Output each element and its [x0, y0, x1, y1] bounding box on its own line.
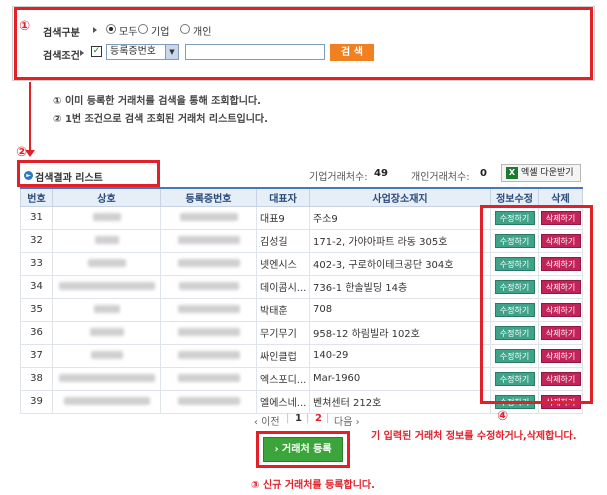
cell-reg-no-redacted	[160, 274, 257, 299]
annotation-marker-1: ①	[19, 19, 31, 34]
cell-company-redacted	[52, 320, 161, 345]
radio-person[interactable]	[180, 24, 190, 34]
pager-separator: |	[306, 413, 310, 424]
radio-all-label[interactable]: 모두	[119, 23, 137, 38]
cell-representative: 데이콤시...	[256, 274, 310, 299]
cell-representative: 넷엔시스	[256, 251, 310, 276]
condition-checkbox[interactable]: ✓	[91, 46, 102, 57]
cell-reg-no-redacted	[160, 366, 257, 391]
note-3: ③ 신규 거래처를 등록합니다.	[251, 480, 375, 491]
person-count-label: 개인거래처수:	[411, 172, 470, 183]
cell-no: 39	[20, 389, 53, 414]
cell-reg-no-redacted	[160, 297, 257, 322]
cell-company-redacted	[52, 366, 161, 391]
pager-separator: |	[326, 413, 330, 424]
chevron-down-icon: ▼	[165, 45, 178, 59]
cell-company-redacted	[52, 205, 161, 230]
excel-download-label: 엑셀 다운받기	[521, 168, 574, 178]
cell-company-redacted	[52, 389, 161, 414]
header-reg-no: 등록증번호	[160, 187, 257, 207]
cell-representative: 무기무기	[256, 320, 310, 345]
bullet-arrow-icon	[80, 50, 84, 56]
cell-reg-no-redacted	[160, 320, 257, 345]
cell-no: 35	[20, 297, 53, 322]
cell-reg-no-redacted	[160, 205, 257, 230]
radio-company[interactable]	[138, 24, 148, 34]
pager-prev[interactable]: ‹ 이전	[254, 413, 280, 428]
search-input[interactable]	[185, 44, 325, 60]
pager-page-2[interactable]: 2	[315, 413, 322, 424]
annotation-arrow-line	[29, 82, 31, 150]
cell-reg-no-redacted	[160, 343, 257, 368]
cell-no: 32	[20, 228, 53, 253]
cell-address: 708	[309, 297, 491, 322]
cell-address: Mar-1960	[309, 366, 491, 391]
cell-company-redacted	[52, 343, 161, 368]
cell-representative: 대표9	[256, 205, 310, 230]
cell-address: 402-3, 구로하이테크공단 304호	[309, 251, 491, 276]
register-client-button[interactable]: › 거래처 등록	[263, 437, 343, 462]
cell-address: 주소9	[309, 205, 491, 230]
result-list-title: 검색결과 리스트	[35, 173, 103, 184]
cell-no: 33	[20, 251, 53, 276]
annotation-box-actions	[480, 205, 593, 404]
cell-address: 140-29	[309, 343, 491, 368]
excel-icon: X	[506, 167, 518, 179]
result-bullet-icon: ►	[24, 171, 33, 180]
header-edit: 정보수정	[490, 187, 539, 207]
excel-download-button[interactable]: X 엑셀 다운받기	[501, 164, 581, 182]
radio-company-label[interactable]: 기업	[151, 23, 169, 38]
header-no: 번호	[20, 187, 53, 207]
note-4: 기 입력된 거래처 정보를 수정하거나,삭제합니다.	[371, 431, 577, 442]
cell-company-redacted	[52, 274, 161, 299]
pager-separator: |	[286, 413, 290, 424]
table-header-row: 번호 상호 등록증번호 대표자 사업장소재지 정보수정 삭제	[20, 187, 583, 207]
pager-next[interactable]: 다음 ›	[334, 413, 360, 428]
search-category-label: 검색구분	[43, 28, 80, 39]
header-address: 사업장소재지	[309, 187, 491, 207]
bullet-arrow-icon	[93, 27, 97, 33]
cell-address: 벤쳐센터 212호	[309, 389, 491, 414]
corp-count-value: 49	[374, 168, 388, 179]
note-1: ① 이미 등록한 거래처를 검색을 통해 조회합니다.	[53, 96, 261, 107]
annotation-arrow-head-icon	[25, 150, 35, 157]
cell-representative: 싸인클럽	[256, 343, 310, 368]
radio-person-label[interactable]: 개인	[193, 23, 211, 38]
pager-page-1[interactable]: 1	[295, 413, 302, 424]
cell-address: 958-12 하림빌라 102호	[309, 320, 491, 345]
cell-reg-no-redacted	[160, 389, 257, 414]
cell-company-redacted	[52, 228, 161, 253]
search-button[interactable]: 검 색	[330, 44, 374, 61]
cell-no: 38	[20, 366, 53, 391]
condition-select[interactable]: 등록증번호 ▼	[106, 44, 179, 60]
note-2: ② 1번 조건으로 검색 조회된 거래처 리스트입니다.	[53, 114, 268, 125]
cell-address: 171-2, 가야아파트 라동 305호	[309, 228, 491, 253]
cell-company-redacted	[52, 251, 161, 276]
search-condition-label: 검색조건	[43, 51, 80, 62]
header-delete: 삭제	[538, 187, 583, 207]
cell-representative: 엘에스네...	[256, 389, 310, 414]
cell-representative: 김성길	[256, 228, 310, 253]
annotation-marker-4: ④	[497, 409, 509, 424]
header-company: 상호	[52, 187, 161, 207]
cell-representative: 엑스포디...	[256, 366, 310, 391]
cell-no: 37	[20, 343, 53, 368]
cell-no: 36	[20, 320, 53, 345]
cell-company-redacted	[52, 297, 161, 322]
condition-select-value: 등록증번호	[110, 46, 156, 57]
cell-reg-no-redacted	[160, 228, 257, 253]
cell-no: 34	[20, 274, 53, 299]
cell-representative: 박태훈	[256, 297, 310, 322]
cell-address: 736-1 한솔빌딩 14층	[309, 274, 491, 299]
corp-count-label: 기업거래처수:	[309, 172, 368, 183]
person-count-value: 0	[480, 168, 487, 179]
radio-all[interactable]	[106, 24, 116, 34]
cell-reg-no-redacted	[160, 251, 257, 276]
header-representative: 대표자	[256, 187, 310, 207]
cell-no: 31	[20, 205, 53, 230]
